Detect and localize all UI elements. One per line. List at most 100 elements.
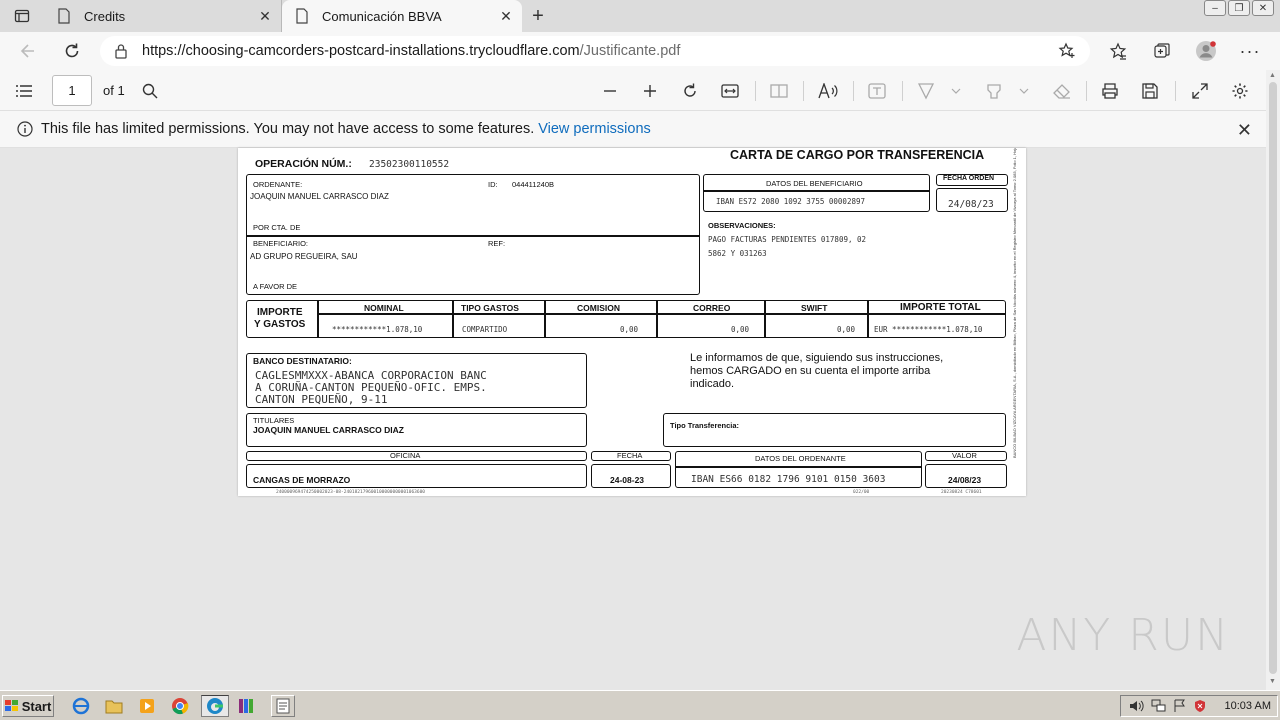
tab-credits[interactable]: Credits ✕ [44,0,282,32]
start-button[interactable]: Start [2,695,54,717]
titulares-name: JOAQUIN MANUEL CARRASCO DIAZ [253,425,404,435]
action-center-flag-icon[interactable] [1173,699,1187,716]
banco-line-3: CANTON PEQUEÑO, 9-11 [255,393,388,406]
ordenante-label: ORDENANTE: [253,180,303,189]
find-search-icon[interactable] [138,79,162,103]
start-label: Start [21,698,52,714]
beneficiario-iban: IBAN ES72 2080 1092 3755 00002897 [716,197,866,206]
table-of-contents-icon[interactable] [12,79,36,103]
back-button[interactable] [10,35,46,67]
vertical-scrollbar[interactable]: ▲ ▼ [1266,70,1280,690]
file-explorer-icon[interactable] [103,696,125,716]
scroll-down-icon[interactable]: ▼ [1269,678,1276,685]
pdf-settings-gear-icon[interactable] [1228,79,1252,103]
close-tab-icon[interactable]: ✕ [257,8,273,24]
tipo-transferencia-box [663,413,1006,447]
clock[interactable]: 10:03 AM [1225,700,1271,712]
new-tab-button[interactable]: + [522,0,554,32]
close-infobar-icon[interactable]: ✕ [1237,120,1252,141]
minimize-button[interactable]: ‒ [1204,0,1226,16]
close-window-button[interactable]: ✕ [1252,0,1274,16]
fit-to-width-icon[interactable] [718,79,742,103]
maximize-button[interactable]: ❐ [1228,0,1250,16]
val-nominal: ************1.078,10 [332,325,423,334]
divider-line [656,301,658,337]
divider-line [867,301,869,337]
collections-button[interactable] [1144,35,1180,67]
zoom-out-icon[interactable] [598,79,622,103]
address-bar-row: https://choosing-camcorders-postcard-ins… [0,32,1280,70]
rotate-icon[interactable] [678,79,702,103]
media-player-icon[interactable] [136,696,158,716]
val-importe-total: EUR ************1.078,10 [874,325,983,334]
document-title: CARTA DE CARGO POR TRANSFERENCIA [730,148,985,162]
read-aloud-icon[interactable] [816,79,840,103]
back-arrow-icon [20,44,34,58]
lock-icon[interactable] [114,43,130,59]
permissions-infobar: This file has limited permissions. You m… [0,111,1280,148]
infobar-text: This file has limited permissions. You m… [41,121,535,137]
print-icon[interactable] [1098,79,1122,103]
add-text-icon[interactable] [865,79,889,103]
page-icon [56,8,72,24]
zoom-in-icon[interactable] [638,79,662,103]
datos-beneficiario-label: DATOS DEL BENEFICIARIO [766,179,863,188]
favorites-button[interactable] [1100,35,1136,67]
save-icon[interactable] [1138,79,1162,103]
add-favorite-icon[interactable] [1058,42,1076,64]
info-icon [17,121,33,141]
draw-options-chevron-icon[interactable] [948,79,964,103]
ref-label: REF: [488,239,506,248]
chrome-icon[interactable] [169,696,191,716]
edge-taskbar-button[interactable] [201,695,229,717]
network-icon[interactable] [1151,699,1167,716]
page-icon [294,8,310,24]
divider-line [704,190,929,192]
valor-label: VALOR [952,451,977,460]
system-tray: 10:03 AM [1120,695,1278,717]
tab-comunicacion-bbva[interactable]: Comunicación BBVA ✕ [282,0,522,32]
tab-title: Credits [84,8,126,24]
val-swift: 0,00 [837,325,856,334]
datos-ordenante-label: DATOS DEL ORDENANTE [755,454,846,463]
page-number-input[interactable]: 1 [52,75,92,106]
legal-side-text: BANCO BILBAO VIZCAYA ARGENTARIA, S.A., d… [1012,148,1017,458]
page-view-icon[interactable] [767,79,791,103]
collections-icon [1154,43,1170,58]
banco-destinatario-label: BANCO DESTINATARIO: [253,356,352,366]
divider-line [247,235,699,237]
view-permissions-link[interactable]: View permissions [538,121,651,137]
url-field[interactable]: https://choosing-camcorders-postcard-ins… [100,36,1090,66]
refresh-icon [65,43,79,58]
security-shield-icon[interactable] [1193,699,1207,716]
val-comision: 0,00 [620,325,639,334]
fecha-orden-label: FECHA ORDEN [943,175,995,182]
profile-button[interactable] [1188,35,1224,67]
footer-right: 20230824 C78601 [941,490,982,495]
internet-explorer-icon[interactable] [70,696,92,716]
volume-icon[interactable] [1129,699,1145,716]
page-total: of 1 [103,83,125,98]
toolbar-divider [755,81,756,101]
settings-more-button[interactable]: ··· [1232,35,1268,67]
titulares-label: TITULARES [253,416,295,425]
winrar-icon[interactable] [235,696,257,716]
notepad-taskbar-button[interactable] [271,695,295,717]
toolbar-divider [902,81,903,101]
fullscreen-icon[interactable] [1188,79,1212,103]
tab-actions-button[interactable] [0,0,44,32]
highlight-options-chevron-icon[interactable] [1016,79,1032,103]
beneficiario-label: BENEFICIARIO: [253,239,309,248]
scrollbar-thumb[interactable] [1269,82,1277,674]
draw-icon[interactable] [914,79,938,103]
divider-line [318,313,1005,315]
refresh-button[interactable] [54,35,90,67]
erase-icon[interactable] [1050,79,1074,103]
fecha-value: 24-08-23 [610,475,645,485]
tab-actions-icon [14,9,30,23]
highlight-icon[interactable] [982,79,1006,103]
scroll-up-icon[interactable]: ▲ [1269,72,1276,79]
importe-label: IMPORTE [257,307,303,318]
close-tab-icon[interactable]: ✕ [498,8,514,24]
footer-code: 240000969474250002023-08-240182179600100… [276,490,426,495]
